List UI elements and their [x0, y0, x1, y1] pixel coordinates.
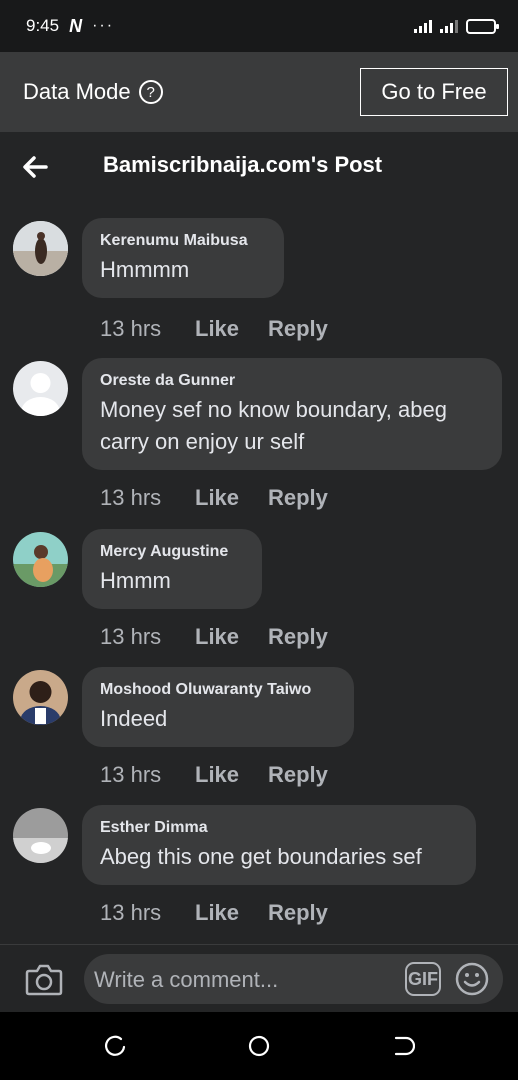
- help-icon[interactable]: ?: [138, 80, 163, 104]
- status-bar: 9:45 N ···: [0, 0, 518, 52]
- home-icon[interactable]: [247, 1034, 271, 1058]
- comment-time: 13 hrs: [100, 624, 162, 649]
- comment-text: Indeed: [100, 706, 168, 731]
- battery-icon: [466, 18, 499, 34]
- avatar[interactable]: [13, 221, 68, 276]
- comment-composer: Write a comment... GIF: [0, 944, 518, 1012]
- comment-time: 13 hrs: [100, 316, 162, 341]
- recents-icon[interactable]: [103, 1034, 127, 1058]
- like-button[interactable]: Like: [195, 762, 268, 788]
- comment-actions: 13 hrs Like Reply: [100, 485, 328, 511]
- navigation-bar: [0, 1012, 518, 1080]
- reply-button[interactable]: Reply: [268, 624, 328, 650]
- signal-icon: [414, 19, 432, 33]
- comment-time: 13 hrs: [100, 762, 162, 787]
- signal-icon-secondary: [440, 19, 458, 33]
- comment-time: 13 hrs: [100, 485, 162, 510]
- comment-bubble[interactable]: Kerenumu Maibusa Hmmmm: [82, 218, 284, 298]
- comment-actions: 13 hrs Like Reply: [100, 900, 328, 926]
- comment-input[interactable]: Write a comment... GIF: [84, 954, 503, 1004]
- emoji-icon[interactable]: [455, 962, 489, 996]
- avatar[interactable]: [13, 670, 68, 725]
- page-title: Bamiscribnaija.com's Post: [103, 152, 383, 177]
- avatar[interactable]: [13, 532, 68, 587]
- comment-bubble[interactable]: Mercy Augustine Hmmm: [82, 529, 262, 609]
- comment-actions: 13 hrs Like Reply: [100, 762, 328, 788]
- data-mode-label: Data Mode: [23, 79, 131, 104]
- reply-button[interactable]: Reply: [268, 900, 328, 926]
- back-icon[interactable]: [391, 1034, 415, 1058]
- data-mode-bar: Data Mode ? Go to Free: [0, 52, 518, 132]
- back-arrow-icon[interactable]: [20, 152, 50, 182]
- go-to-free-button[interactable]: Go to Free: [360, 68, 508, 116]
- status-time: 9:45: [26, 16, 60, 35]
- avatar[interactable]: [13, 808, 68, 863]
- comment-time: 13 hrs: [100, 900, 162, 925]
- like-button[interactable]: Like: [195, 624, 268, 650]
- comment-text: Hmmm: [100, 568, 171, 593]
- reply-button[interactable]: Reply: [268, 316, 328, 342]
- like-button[interactable]: Like: [195, 485, 268, 511]
- carrier-icon: N: [69, 15, 83, 36]
- reply-button[interactable]: Reply: [268, 485, 328, 511]
- like-button[interactable]: Like: [195, 316, 268, 342]
- comment-author[interactable]: Oreste da Gunner: [100, 372, 484, 390]
- comment-text: Money sef no know boundary, abeg carry o…: [100, 397, 447, 454]
- comment-author[interactable]: Mercy Augustine: [100, 543, 244, 561]
- post-header: Bamiscribnaija.com's Post: [0, 132, 518, 202]
- avatar[interactable]: [13, 361, 68, 416]
- comment-bubble[interactable]: Esther Dimma Abeg this one get boundarie…: [82, 805, 476, 885]
- status-left: 9:45 N ···: [26, 16, 114, 37]
- comment-author[interactable]: Kerenumu Maibusa: [100, 232, 266, 250]
- comment-actions: 13 hrs Like Reply: [100, 624, 328, 650]
- comment-text: Abeg this one get boundaries sef: [100, 844, 422, 869]
- comment-author[interactable]: Moshood Oluwaranty Taiwo: [100, 681, 336, 699]
- more-notifications-icon: ···: [92, 17, 115, 34]
- like-button[interactable]: Like: [195, 900, 268, 926]
- comment-list: Kerenumu Maibusa Hmmmm 13 hrs Like Reply…: [0, 202, 518, 944]
- comment-author[interactable]: Esther Dimma: [100, 819, 458, 837]
- status-right: [414, 18, 499, 34]
- comment-text: Hmmmm: [100, 257, 190, 282]
- camera-icon[interactable]: [25, 962, 63, 996]
- gif-button[interactable]: GIF: [405, 962, 441, 996]
- reply-button[interactable]: Reply: [268, 762, 328, 788]
- comment-placeholder: Write a comment...: [94, 967, 279, 992]
- comment-bubble[interactable]: Moshood Oluwaranty Taiwo Indeed: [82, 667, 354, 747]
- comment-bubble[interactable]: Oreste da Gunner Money sef no know bound…: [82, 358, 502, 470]
- comment-actions: 13 hrs Like Reply: [100, 316, 328, 342]
